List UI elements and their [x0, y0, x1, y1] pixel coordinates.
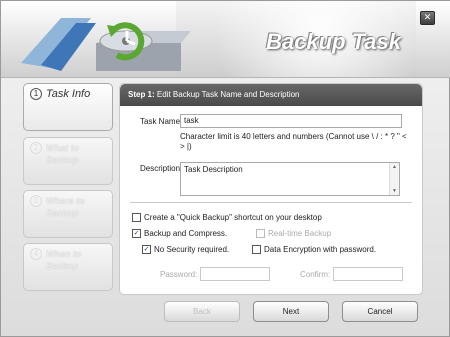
sidebar-item-what-to-backup: 2 What to Backup — [23, 137, 113, 185]
step-number-icon: 3 — [30, 195, 42, 207]
checkbox-label: Create a "Quick Backup" shortcut on your… — [144, 213, 322, 222]
description-label: Description — [140, 164, 181, 173]
step-number-icon: 2 — [30, 142, 42, 154]
password-label: Password: — [160, 270, 198, 279]
sidebar-item-label: When to Backup — [46, 249, 82, 271]
data-encryption-checkbox[interactable]: Data Encryption with password. — [252, 245, 376, 254]
divider — [130, 202, 412, 203]
realtime-backup-checkbox[interactable]: Real-time Backup — [256, 229, 331, 238]
checkmark-icon: ✓ — [142, 245, 151, 254]
cancel-button[interactable]: Cancel — [342, 301, 418, 322]
confirm-label: Confirm: — [300, 270, 331, 279]
scroll-down-icon[interactable]: ▼ — [390, 188, 399, 194]
backup-logo-icon — [21, 18, 191, 71]
step-number-icon: 1 — [30, 88, 42, 100]
no-security-checkbox[interactable]: ✓ No Security required. — [142, 245, 229, 254]
checkbox-label: Backup and Compress. — [144, 229, 228, 238]
back-button[interactable]: Back — [164, 301, 240, 322]
sidebar-item-label: What to Backup — [46, 143, 79, 165]
checkbox-label: No Security required. — [154, 245, 230, 254]
checkbox-box — [256, 229, 265, 238]
sidebar-item-label: Task Info — [46, 88, 91, 100]
checkbox-box — [132, 213, 141, 222]
checkbox-label: Real-time Backup — [268, 229, 332, 238]
description-input[interactable]: Task Description ▲ ▼ — [180, 162, 400, 196]
close-icon[interactable]: ✕ — [420, 11, 435, 25]
window-title: Backup Task — [266, 29, 401, 54]
header-banner: Backup Task ✕ — [1, 1, 450, 78]
confirm-input[interactable] — [333, 267, 403, 281]
description-text: Task Description — [184, 165, 243, 174]
task-info-panel: Step 1: Edit Backup Task Name and Descri… — [119, 83, 423, 295]
sidebar-item-where-to-backup: 3 Where to Backup — [23, 190, 113, 238]
sidebar-item-task-info[interactable]: 1 Task Info — [23, 83, 113, 131]
task-name-label: Task Name — [140, 117, 181, 126]
task-name-input[interactable]: task — [180, 114, 402, 128]
checkbox-label: Data Encryption with password. — [264, 245, 377, 254]
password-input[interactable] — [200, 267, 270, 281]
checkbox-box — [252, 245, 261, 254]
scroll-up-icon[interactable]: ▲ — [390, 164, 399, 170]
step-number-icon: 4 — [30, 248, 42, 260]
step-prefix: Step 1: — [128, 90, 155, 99]
char-limit-note: Character limit is 40 letters and number… — [180, 132, 407, 151]
description-scrollbar[interactable]: ▲ ▼ — [389, 163, 399, 195]
sidebar-item-label: Where to Backup — [46, 196, 85, 218]
step-title: Edit Backup Task Name and Description — [156, 90, 300, 99]
backup-compress-checkbox[interactable]: ✓ Backup and Compress. — [132, 229, 227, 238]
quick-backup-checkbox[interactable]: Create a "Quick Backup" shortcut on your… — [132, 213, 322, 222]
step-header: Step 1: Edit Backup Task Name and Descri… — [120, 84, 422, 106]
next-button[interactable]: Next — [253, 301, 329, 322]
sidebar-item-when-to-backup: 4 When to Backup — [23, 243, 113, 291]
checkmark-icon: ✓ — [132, 229, 141, 238]
backup-task-window: Backup Task ✕ 1 Task Info 2 What to Back… — [0, 0, 450, 337]
